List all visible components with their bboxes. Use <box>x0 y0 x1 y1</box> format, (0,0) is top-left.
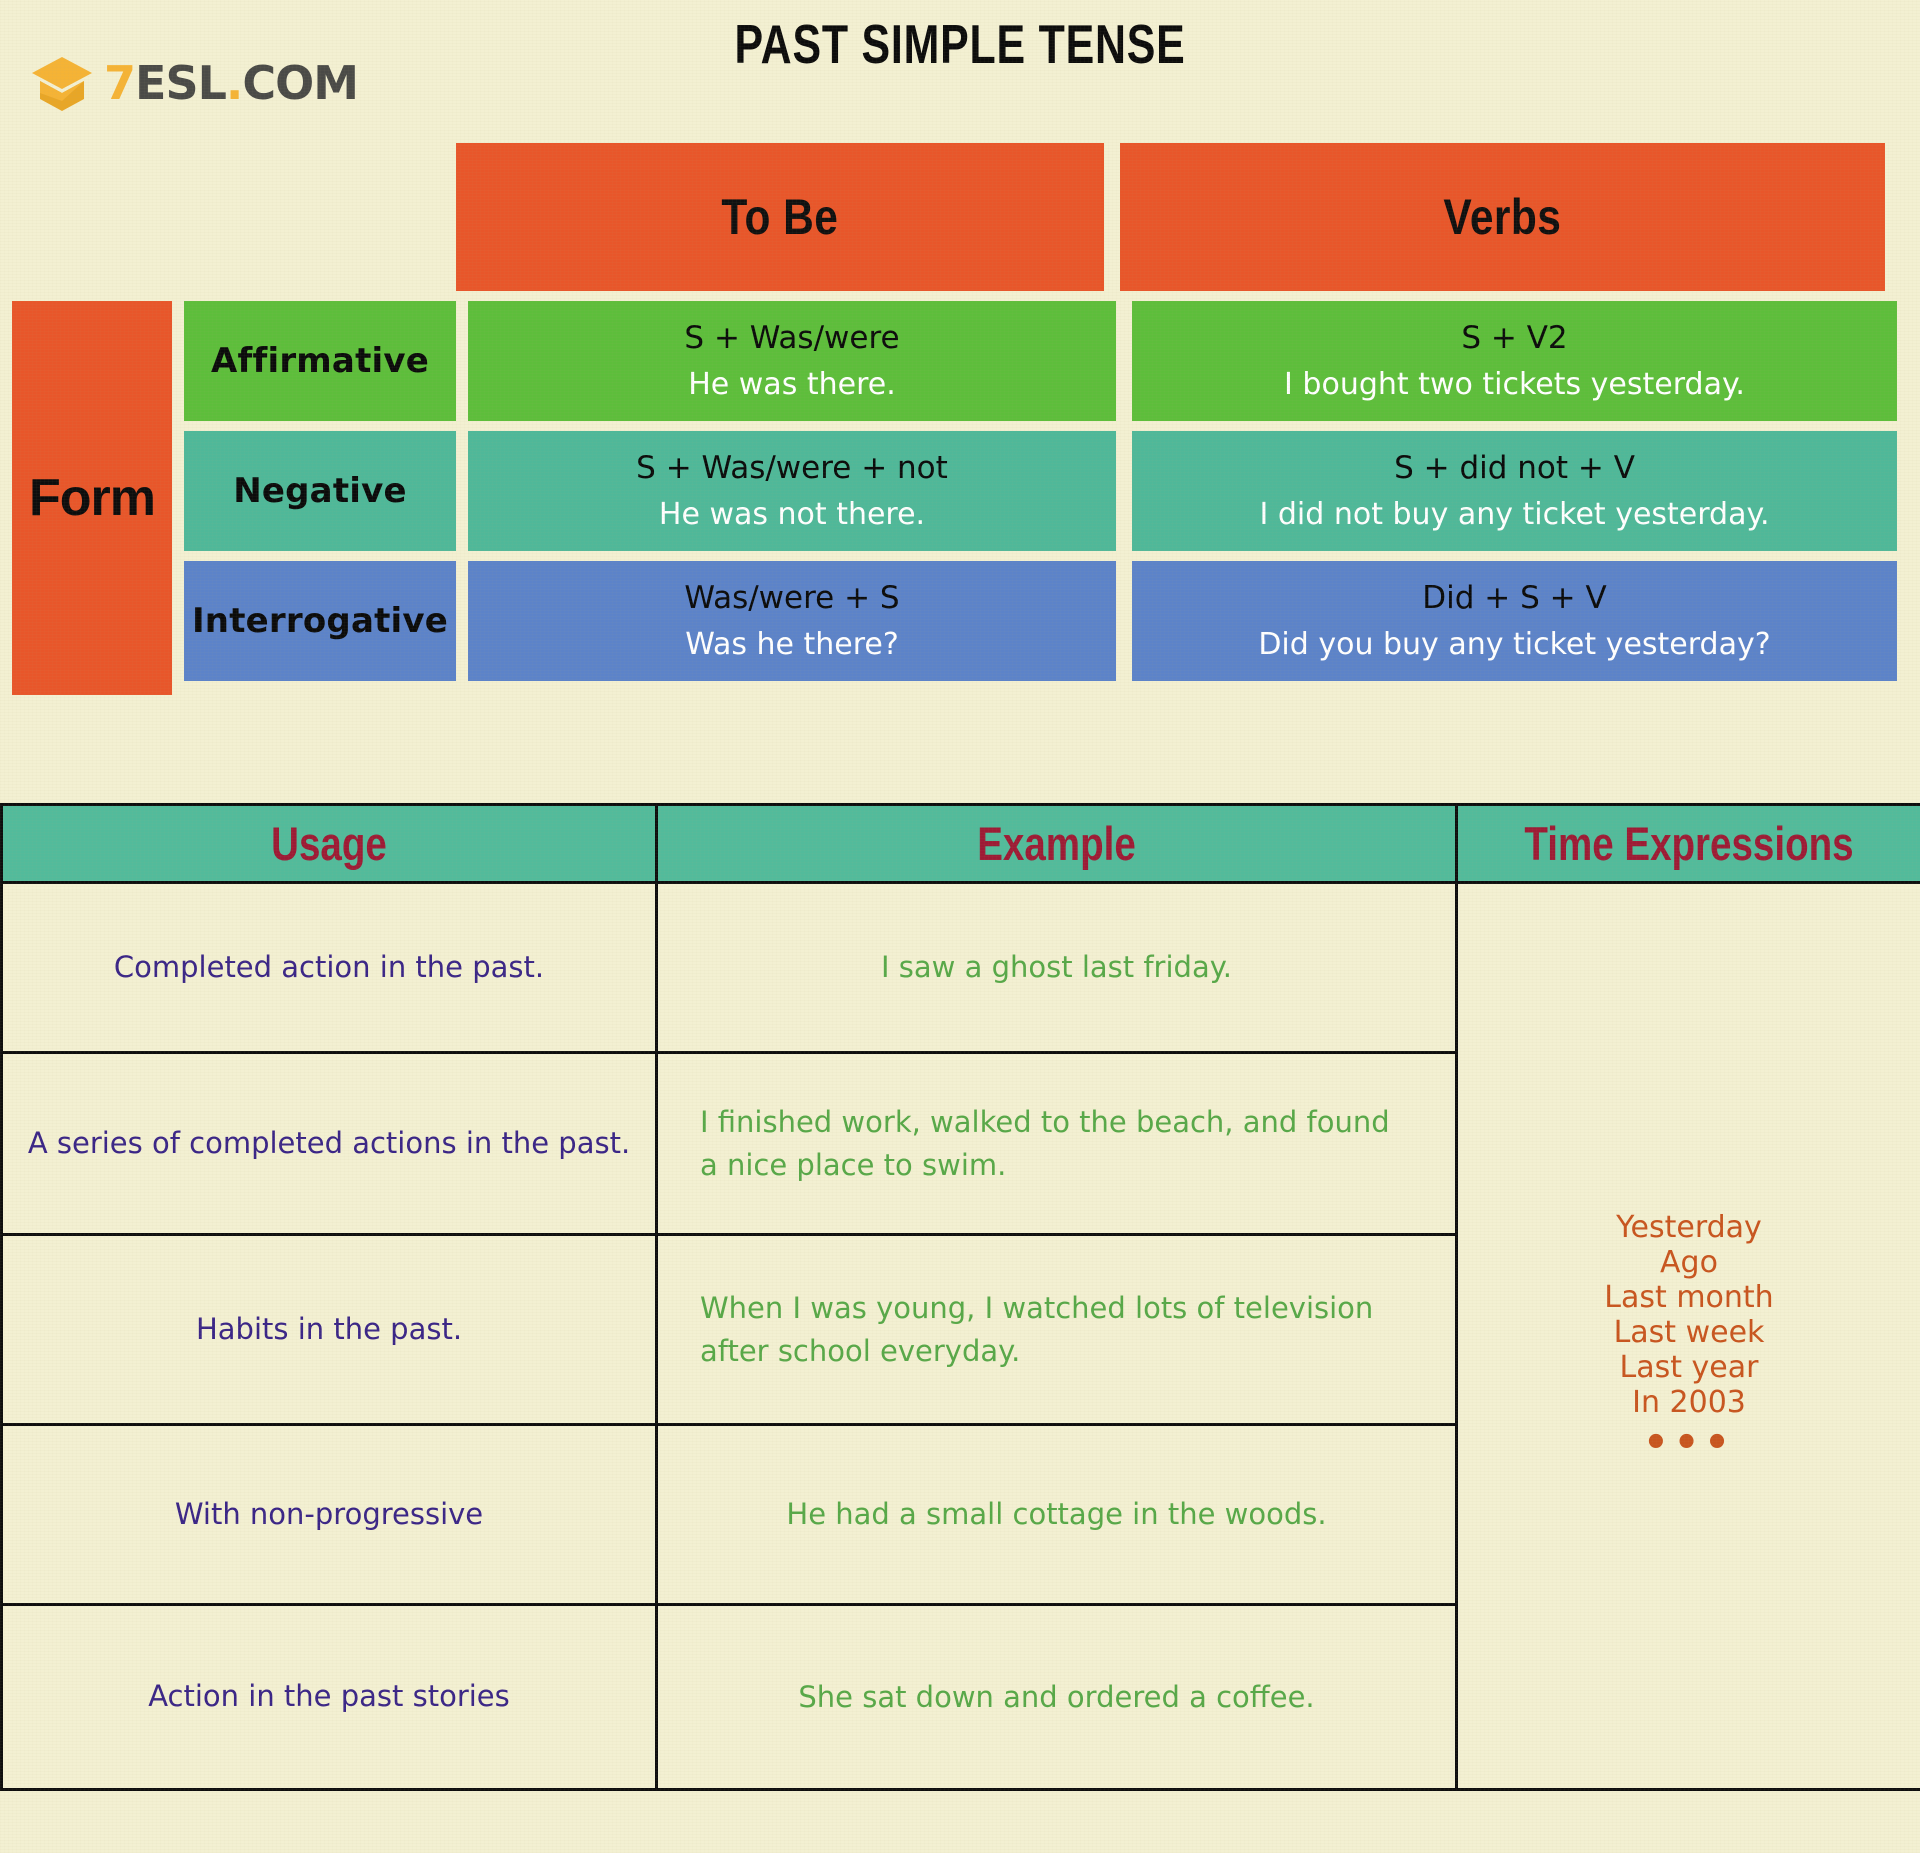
usage-cell: A series of completed actions in the pas… <box>0 1051 658 1236</box>
form-type-interrogative-label: Interrogative <box>191 601 449 641</box>
example-cell-text: When I was young, I watched lots of tele… <box>700 1291 1374 1368</box>
list-item: In 2003 <box>1632 1385 1746 1420</box>
usage-cell-text: A series of completed actions in the pas… <box>27 1125 631 1160</box>
form-row-negative: Negative S + Was/were + not He was not t… <box>184 431 1907 551</box>
formula-affirmative-verbs: S + V2 <box>1461 319 1568 356</box>
example-cell: I saw a ghost last friday. <box>655 881 1458 1054</box>
form-row-label: Form <box>12 301 172 695</box>
time-expressions-cell: Yesterday Ago Last month Last week Last … <box>1455 881 1920 1791</box>
column-header-verbs-label: Verbs <box>1443 189 1562 245</box>
usage-table: Usage Example Time Expressions Completed… <box>0 803 1920 1791</box>
header-spacer <box>12 143 456 291</box>
form-row-interrogative: Interrogative Was/were + S Was he there?… <box>184 561 1907 681</box>
list-item-ellipsis: ••• <box>1643 1420 1735 1466</box>
usage-cell-text: Completed action in the past. <box>113 949 545 984</box>
form-cell-negative-verbs: S + did not + V I did not buy any ticket… <box>1132 431 1897 551</box>
list-item: Yesterday <box>1616 1210 1762 1245</box>
list-item: Last week <box>1613 1315 1765 1350</box>
example-cell-text: I saw a ghost last friday. <box>881 950 1232 985</box>
example-affirmative-tobe: He was there. <box>688 366 896 402</box>
usage-cell-text: Action in the past stories <box>148 1679 510 1714</box>
usage-cell: Completed action in the past. <box>0 881 658 1054</box>
list-item: Ago <box>1660 1245 1718 1280</box>
usage-cell: With non-progressive <box>0 1423 658 1606</box>
usage-table-header-row: Usage Example Time Expressions <box>0 803 1920 884</box>
form-cell-affirmative-tobe: S + Was/were He was there. <box>468 301 1116 421</box>
formula-interrogative-tobe: Was/were + S <box>684 579 900 616</box>
list-item: Last month <box>1604 1280 1774 1315</box>
usage-cell: Action in the past stories <box>0 1603 658 1791</box>
usage-cell: Habits in the past. <box>0 1233 658 1426</box>
example-cell: I finished work, walked to the beach, an… <box>655 1051 1458 1236</box>
list-item: Last year <box>1619 1350 1759 1385</box>
formula-negative-tobe: S + Was/were + not <box>636 449 948 486</box>
example-cell-text: She sat down and ordered a coffee. <box>798 1679 1315 1714</box>
form-type-negative: Negative <box>184 431 456 551</box>
example-interrogative-tobe: Was he there? <box>685 626 899 662</box>
graduation-cap-icon <box>30 55 94 111</box>
usage-cell-text: With non-progressive <box>174 1496 484 1531</box>
infographic-page: 7ESL.COM PAST SIMPLE TENSE To Be Verbs F… <box>0 0 1920 1853</box>
form-cell-interrogative-verbs: Did + S + V Did you buy any ticket yeste… <box>1132 561 1897 681</box>
example-negative-verbs: I did not buy any ticket yesterday. <box>1259 496 1770 532</box>
formula-interrogative-verbs: Did + S + V <box>1422 579 1607 616</box>
time-expressions-list: Yesterday Ago Last month Last week Last … <box>1458 1176 1920 1496</box>
formula-negative-verbs: S + did not + V <box>1394 449 1635 486</box>
form-table: To Be Verbs Form Affirmative S + Was/wer… <box>12 143 1907 695</box>
example-column-header: Example <box>655 803 1458 884</box>
example-interrogative-verbs: Did you buy any ticket yesterday? <box>1258 626 1771 662</box>
logo-seven: 7 <box>104 56 136 110</box>
column-header-to-be: To Be <box>456 143 1104 291</box>
example-negative-tobe: He was not there. <box>658 496 926 532</box>
usage-column-header-label: Usage <box>271 817 387 870</box>
form-row-label-text: Form <box>29 469 156 527</box>
form-type-negative-label: Negative <box>233 471 407 511</box>
form-table-header-row: To Be Verbs <box>12 143 1907 291</box>
table-row: Completed action in the past. I saw a gh… <box>0 881 1920 1791</box>
form-cell-interrogative-tobe: Was/were + S Was he there? <box>468 561 1116 681</box>
form-type-affirmative: Affirmative <box>184 301 456 421</box>
page-title: PAST SIMPLE TENSE <box>734 13 1186 75</box>
formula-affirmative-tobe: S + Was/were <box>684 319 900 356</box>
column-header-verbs: Verbs <box>1120 143 1885 291</box>
form-cell-affirmative-verbs: S + V2 I bought two tickets yesterday. <box>1132 301 1897 421</box>
usage-column-header: Usage <box>0 803 658 884</box>
form-row-affirmative: Affirmative S + Was/were He was there. S… <box>184 301 1907 421</box>
usage-cell-text: Habits in the past. <box>195 1311 463 1346</box>
example-column-header-label: Example <box>977 817 1136 870</box>
time-expressions-column-header: Time Expressions <box>1455 803 1920 884</box>
column-header-to-be-label: To Be <box>721 189 839 245</box>
form-cell-negative-tobe: S + Was/were + not He was not there. <box>468 431 1116 551</box>
example-affirmative-verbs: I bought two tickets yesterday. <box>1284 366 1745 402</box>
example-cell-text: He had a small cottage in the woods. <box>786 1497 1327 1532</box>
example-cell: When I was young, I watched lots of tele… <box>655 1233 1458 1426</box>
time-expressions-column-header-label: Time Expressions <box>1524 817 1854 870</box>
example-cell: He had a small cottage in the woods. <box>655 1423 1458 1606</box>
example-cell-text: I finished work, walked to the beach, an… <box>700 1105 1390 1182</box>
form-type-affirmative-label: Affirmative <box>210 341 430 381</box>
form-type-interrogative: Interrogative <box>184 561 456 681</box>
example-cell: She sat down and ordered a coffee. <box>655 1603 1458 1791</box>
